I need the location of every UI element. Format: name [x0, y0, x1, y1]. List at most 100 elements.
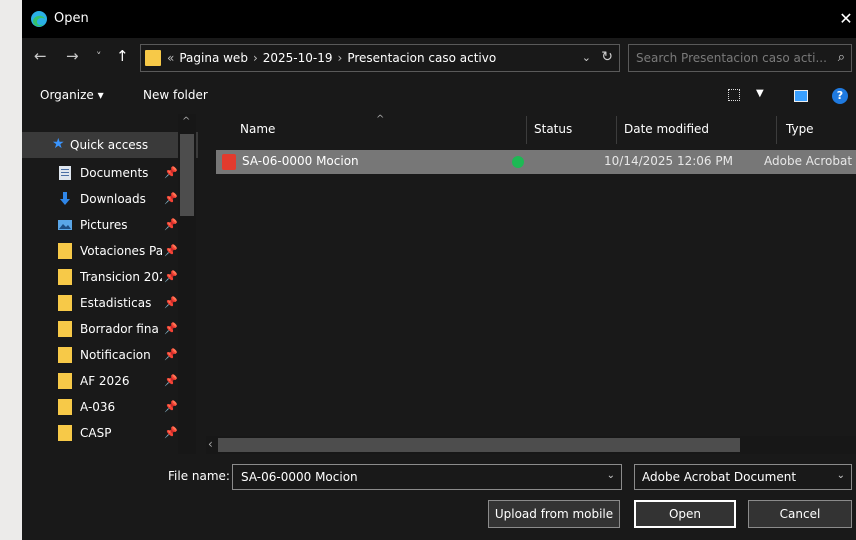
upload-from-mobile-button[interactable]: Upload from mobile [488, 500, 620, 528]
sidebar-item-quick-access[interactable]: ★ Quick access [22, 132, 198, 158]
breadcrumb-overflow[interactable]: « [167, 51, 174, 65]
chevron-down-icon[interactable]: ▼ [756, 88, 764, 99]
folder-icon [58, 373, 72, 389]
sidebar-scrollbar[interactable]: ^ [178, 114, 196, 454]
dialog-footer: File name: SA-06-0000 Mocion ⌄ Adobe Acr… [22, 460, 856, 540]
search-input[interactable]: Search Presentacion caso acti... ⌕ [628, 44, 852, 72]
window-title: Open [54, 11, 89, 26]
breadcrumb-separator[interactable]: › [338, 51, 343, 65]
view-options-icon[interactable] [728, 89, 740, 101]
sidebar-item-documents[interactable]: Documents 📌 [22, 160, 198, 186]
sidebar-item-label: Estadisticas [80, 296, 152, 310]
organize-button[interactable]: Organize ▾ [40, 88, 104, 102]
sidebar-item-folder[interactable]: Votaciones Pa 📌 [22, 238, 198, 264]
sidebar-item-label: Downloads [80, 192, 146, 206]
sidebar-item-folder[interactable]: Estadisticas 📌 [22, 290, 198, 316]
file-type-select[interactable]: Adobe Acrobat Document ⌄ [634, 464, 852, 490]
folder-icon [58, 269, 72, 285]
pin-icon[interactable]: 📌 [164, 348, 178, 361]
pin-icon[interactable]: 📌 [164, 400, 178, 413]
folder-icon [145, 50, 161, 66]
folder-icon [58, 243, 72, 259]
pin-icon[interactable]: 📌 [164, 374, 178, 387]
scroll-up-icon[interactable]: ^ [182, 116, 190, 127]
forward-arrow-icon[interactable]: → [66, 47, 79, 65]
sidebar-item-folder[interactable]: A-036 📌 [22, 394, 198, 420]
chevron-down-icon[interactable]: ⌄ [582, 51, 591, 64]
column-header-status[interactable]: Status [534, 122, 572, 136]
breadcrumb-item[interactable]: 2025-10-19 [263, 51, 333, 65]
pictures-icon [58, 220, 72, 230]
column-header-name[interactable]: Name [240, 122, 275, 136]
column-divider[interactable] [776, 116, 777, 144]
search-placeholder: Search Presentacion caso acti... [636, 51, 827, 65]
folder-icon [58, 295, 72, 311]
cancel-button[interactable]: Cancel [748, 500, 852, 528]
open-dialog: Open ✕ ← → ˅ ↑ « Pagina web › 2025-10-19 › Pr… [22, 0, 856, 540]
sidebar-item-label: Transicion 202 [80, 270, 162, 284]
breadcrumb-item[interactable]: Presentacion caso activo [347, 51, 496, 65]
up-arrow-icon[interactable]: ↑ [116, 47, 129, 65]
sidebar-item-label: CASP [80, 426, 112, 440]
preview-pane-icon[interactable] [794, 90, 808, 102]
sidebar-item-label: A-036 [80, 400, 116, 414]
file-name-label: File name: [168, 469, 230, 483]
folder-icon [58, 347, 72, 363]
pin-icon[interactable]: 📌 [164, 426, 178, 439]
column-divider[interactable] [616, 116, 617, 144]
chevron-down-icon[interactable]: ⌄ [607, 470, 615, 481]
download-icon [60, 192, 70, 205]
file-name-value: SA-06-0000 Mocion [241, 470, 358, 484]
pin-icon[interactable]: 📌 [164, 244, 178, 257]
file-list-horizontal-scrollbar[interactable]: ‹ [206, 436, 856, 454]
address-bar[interactable]: « Pagina web › 2025-10-19 › Presentacion caso… [140, 44, 620, 72]
column-header-row: Name Status Date modified Type [200, 116, 856, 144]
sidebar-item-folder[interactable]: CASP 📌 [22, 420, 198, 446]
breadcrumb-separator[interactable]: › [253, 51, 258, 65]
column-header-date-modified[interactable]: Date modified [624, 122, 709, 136]
sidebar-item-folder[interactable]: Transicion 202 📌 [22, 264, 198, 290]
pdf-file-icon [222, 154, 236, 170]
folder-icon [58, 321, 72, 337]
sidebar-item-pictures[interactable]: Pictures 📌 [22, 212, 198, 238]
column-divider[interactable] [526, 116, 527, 144]
back-arrow-icon[interactable]: ← [34, 47, 47, 65]
help-icon[interactable]: ? [832, 88, 848, 104]
title-bar: Open ✕ [22, 0, 856, 38]
pin-icon[interactable]: 📌 [164, 218, 178, 231]
file-type: Adobe Acrobat [764, 154, 853, 168]
table-row[interactable]: SA-06-0000 Mocion 10/14/2025 12:06 PM Ad… [216, 150, 856, 174]
sidebar-item-downloads[interactable]: Downloads 📌 [22, 186, 198, 212]
document-icon [59, 166, 71, 180]
address-row: ← → ˅ ↑ « Pagina web › 2025-10-19 › Presentac… [22, 42, 856, 76]
open-button[interactable]: Open [634, 500, 736, 528]
scrollbar-thumb[interactable] [180, 134, 194, 216]
pin-icon[interactable]: 📌 [164, 296, 178, 309]
file-name: SA-06-0000 Mocion [242, 154, 359, 168]
sidebar-item-folder[interactable]: Borrador fina 📌 [22, 316, 198, 342]
recent-locations-chevron-icon[interactable]: ˅ [96, 50, 102, 63]
scrollbar-thumb[interactable] [218, 438, 740, 452]
folder-icon [58, 399, 72, 415]
close-icon[interactable]: ✕ [836, 9, 856, 28]
pin-icon[interactable]: 📌 [164, 192, 178, 205]
file-date-modified: 10/14/2025 12:06 PM [604, 154, 733, 168]
file-type-value: Adobe Acrobat Document [642, 470, 797, 484]
column-header-type[interactable]: Type [786, 122, 814, 136]
search-icon[interactable]: ⌕ [838, 50, 845, 65]
folder-icon [58, 425, 72, 441]
sidebar-item-folder[interactable]: Notificacion 📌 [22, 342, 198, 368]
new-folder-button[interactable]: New folder [143, 88, 208, 102]
sidebar-item-label: Notificacion [80, 348, 151, 362]
file-name-input[interactable]: SA-06-0000 Mocion ⌄ [232, 464, 622, 490]
breadcrumb: « Pagina web › 2025-10-19 › Presentacion caso… [167, 51, 496, 65]
chevron-down-icon[interactable]: ⌄ [837, 470, 845, 481]
sidebar-item-label: Borrador fina [80, 322, 159, 336]
breadcrumb-item[interactable]: Pagina web [179, 51, 248, 65]
refresh-icon[interactable]: ↻ [601, 49, 613, 65]
sidebar-item-folder[interactable]: AF 2026 📌 [22, 368, 198, 394]
pin-icon[interactable]: 📌 [164, 166, 178, 179]
pin-icon[interactable]: 📌 [164, 322, 178, 335]
pin-icon[interactable]: 📌 [164, 270, 178, 283]
scroll-left-icon[interactable]: ‹ [208, 437, 213, 451]
